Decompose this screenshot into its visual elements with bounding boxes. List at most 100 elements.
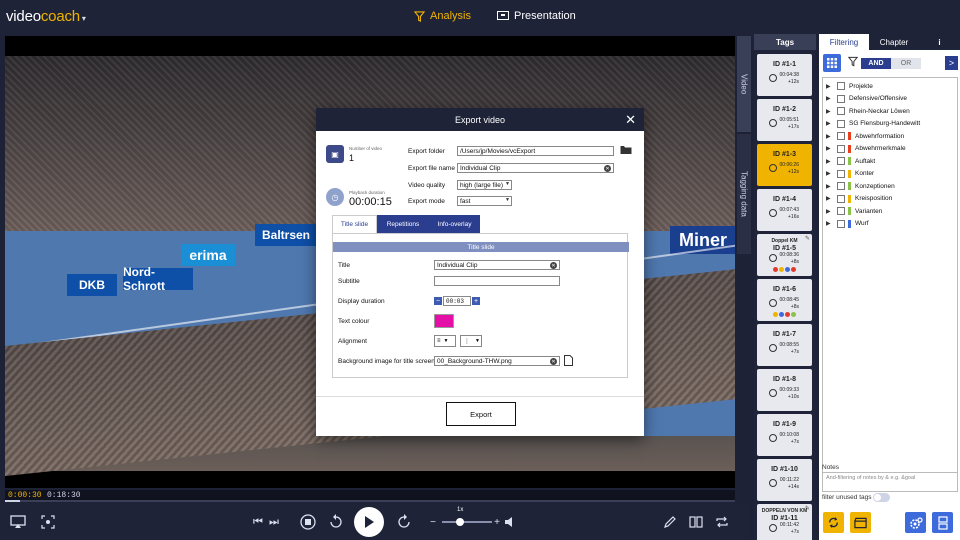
side-tab-video[interactable]: Video	[737, 36, 751, 132]
filter-unused-toggle[interactable]	[873, 493, 890, 502]
close-icon[interactable]: ✕	[625, 112, 636, 128]
filter-checkbox[interactable]	[837, 157, 845, 165]
subtitle-field[interactable]	[434, 276, 560, 286]
filter-item[interactable]: ▶ Abwehrformation	[823, 130, 959, 142]
filter-item[interactable]: ▶ Abwehrmerkmale	[823, 143, 959, 155]
tag-card[interactable]: ID #1-1 00:04:38 +12s	[757, 54, 812, 96]
expand-arrow-icon[interactable]: ▶	[826, 145, 834, 152]
filter-checkbox[interactable]	[837, 169, 845, 178]
layout-button[interactable]	[932, 512, 953, 533]
tag-card[interactable]: ID #1-8 00:09:33 +10s	[757, 369, 812, 411]
expand-arrow-icon[interactable]: ▶	[826, 133, 834, 140]
compare-icon[interactable]	[686, 512, 706, 532]
tab-title-slide[interactable]: Title slide	[332, 215, 377, 233]
expand-arrow-icon[interactable]: ▶	[826, 220, 834, 227]
expand-arrow-icon[interactable]: ▶	[826, 108, 834, 115]
settings-button[interactable]	[905, 512, 926, 533]
tag-card[interactable]: ID #1-7 00:08:55 +7s	[757, 324, 812, 366]
progress-bar[interactable]	[5, 500, 735, 502]
filter-item[interactable]: ▶ Auftakt	[823, 155, 959, 167]
filter-item[interactable]: ▶ Konzeptionen	[823, 180, 959, 192]
slower-icon[interactable]: −	[428, 512, 438, 532]
horizontal-alignment-select[interactable]: ≡ ▼	[434, 335, 456, 347]
or-toggle[interactable]: OR	[891, 58, 921, 69]
filter-item[interactable]: ▶ Kreisposition	[823, 193, 959, 205]
export-file-name-field[interactable]: Individual Clip ✕	[457, 163, 614, 173]
next-frame-icon[interactable]: ⏭	[264, 512, 284, 532]
filter-item[interactable]: ▶ Projekte	[823, 80, 959, 92]
folder-icon[interactable]	[620, 145, 632, 157]
file-icon[interactable]	[564, 355, 573, 368]
filter-checkbox[interactable]	[837, 132, 845, 140]
filter-checkbox[interactable]	[837, 107, 845, 115]
tag-card[interactable]: ID #1-6 00:08:45 +8s	[757, 279, 812, 321]
filter-checkbox[interactable]	[837, 144, 845, 153]
filter-checkbox[interactable]	[837, 119, 845, 128]
tag-card[interactable]: ID #1-10 00:11:22 +14s	[757, 459, 812, 501]
background-image-field[interactable]: 00_Background-THW.png ✕	[434, 356, 560, 366]
filter-item[interactable]: ▶ Wurf	[823, 218, 959, 230]
timeline[interactable]: 0:00:30 0:18:30	[5, 490, 735, 502]
filter-checkbox[interactable]	[837, 207, 845, 215]
tab-repetitions[interactable]: Repetitions	[377, 215, 429, 233]
pencil-icon[interactable]: ✎	[805, 235, 810, 242]
tag-card[interactable]: ID #1-9 00:10:08 +7s	[757, 414, 812, 456]
expand-arrow-icon[interactable]: ▶	[826, 95, 834, 102]
expand-arrow-icon[interactable]: ▶	[826, 195, 834, 202]
filter-item[interactable]: ▶ Konter	[823, 168, 959, 180]
expand-arrow-icon[interactable]: ▶	[826, 120, 834, 127]
title-field[interactable]: Individual Clip ✕	[434, 260, 560, 270]
airplay-icon[interactable]	[8, 512, 28, 532]
tag-card[interactable]: ID #1-2 00:05:51 +17s	[757, 99, 812, 141]
and-toggle[interactable]: AND	[861, 58, 891, 69]
tab-chapter[interactable]: Chapter	[869, 34, 919, 50]
app-logo[interactable]: videocoach ▾	[6, 8, 86, 25]
rewind-icon[interactable]	[326, 512, 346, 532]
filter-checkbox[interactable]	[837, 182, 845, 190]
filter-item[interactable]: ▶ Rhein-Neckar Löwen	[823, 105, 959, 117]
tab-info[interactable]: i	[919, 34, 960, 50]
tag-card[interactable]: ID #1-4 00:07:43 +16s	[757, 189, 812, 231]
nav-presentation[interactable]: Presentation	[497, 10, 576, 22]
clapper-button[interactable]	[850, 512, 871, 533]
export-folder-field[interactable]: /Users/jp/Movies/vcExport	[457, 146, 614, 156]
grid-view-button[interactable]	[823, 54, 841, 72]
increase-duration-button[interactable]: +	[472, 297, 480, 305]
clear-icon[interactable]: ✕	[604, 165, 611, 172]
speed-slider[interactable]	[442, 521, 492, 523]
filter-checkbox[interactable]	[837, 94, 845, 103]
export-mode-select[interactable]: fast ▼	[457, 196, 512, 206]
expand-arrow-icon[interactable]: ▶	[826, 158, 834, 165]
pen-icon[interactable]	[660, 512, 680, 532]
expand-arrow-icon[interactable]: ▶	[826, 83, 834, 90]
stop-icon[interactable]	[298, 512, 318, 532]
volume-icon[interactable]	[500, 512, 520, 532]
display-duration-field[interactable]: 00:03	[443, 296, 471, 306]
repeat-icon[interactable]	[712, 512, 732, 532]
refresh-button[interactable]	[823, 512, 844, 533]
forward-icon[interactable]	[394, 512, 414, 532]
expand-arrow-icon[interactable]: ▶	[826, 208, 834, 215]
expand-arrow-icon[interactable]: ▶	[826, 183, 834, 190]
notes-input[interactable]: And-filtering of notes by & e.g. &goal	[822, 472, 958, 492]
play-button[interactable]	[354, 507, 384, 537]
clear-icon[interactable]: ✕	[550, 262, 557, 269]
filter-item[interactable]: ▶ Varianten	[823, 205, 959, 217]
expand-button[interactable]: >	[945, 56, 958, 70]
tag-card[interactable]: ID #1-3 00:06:26 +12s	[757, 144, 812, 186]
clear-icon[interactable]: ✕	[550, 358, 557, 365]
filter-item[interactable]: ▶ SG Flensburg-Handewitt	[823, 118, 959, 130]
tab-filtering[interactable]: Filtering	[819, 34, 869, 50]
filter-checkbox[interactable]	[837, 82, 845, 90]
tag-card[interactable]: DOPPELN VON KM ID #1-11 ✎ 00:11:42 +7s	[757, 504, 812, 540]
side-tab-tagging-data[interactable]: Tagging data	[737, 134, 751, 254]
tag-card[interactable]: Doppel KM ID #1-5 ✎ 00:08:36 +8s	[757, 234, 812, 276]
snapshot-icon[interactable]	[38, 512, 58, 532]
filter-item[interactable]: ▶ Defensive/Offensive	[823, 93, 959, 105]
tab-info-overlay[interactable]: Info-overlay	[429, 215, 480, 233]
filter-checkbox[interactable]	[837, 194, 845, 203]
export-button[interactable]: Export	[446, 402, 516, 426]
filter-checkbox[interactable]	[837, 219, 845, 228]
speed-slider-handle[interactable]	[456, 518, 464, 526]
vertical-alignment-select[interactable]: ⋮ ▼	[460, 335, 482, 347]
